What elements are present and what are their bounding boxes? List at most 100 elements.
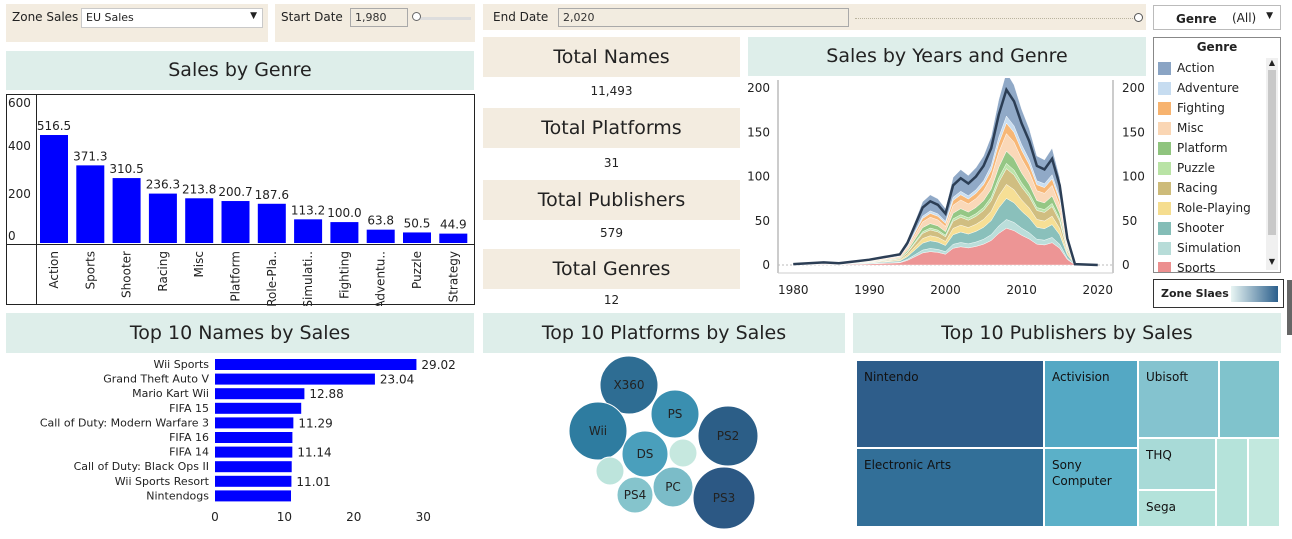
total-names-value: 11,493 [590,84,633,98]
bar-value-label: 113.2 [291,203,325,217]
x-tick-label: 0 [211,510,219,524]
name-label: Nintendogs [146,489,209,502]
zone-sales-dropdown[interactable]: EU Sales ▼ [81,8,263,28]
legend-label: Simulation [1177,241,1241,255]
end-date-value: 2,020 [563,11,595,24]
bar [294,219,323,243]
sales-by-genre-header: Sales by Genre [6,51,474,90]
legend-label: Action [1177,61,1215,75]
genre-legend: Genre Action Adventure Fighting Misc Platfor… [1153,37,1281,273]
scroll-down-icon[interactable]: ▼ [1266,257,1278,266]
legend-label: Fighting [1177,101,1225,115]
genre-filter[interactable]: Genre (All) ▼ [1153,5,1281,30]
bar-value-label: 11.29 [298,416,332,430]
name-label: FIFA 15 [169,402,209,415]
bar [76,165,105,243]
bar [112,178,141,243]
x-tick-label: 1980 [778,283,809,297]
publisher-label: Nintendo [864,370,919,384]
start-date-slider-handle[interactable] [412,12,421,21]
zone-sales-filter: Zone Sales EU Sales ▼ [6,4,268,42]
legend-swatch [1158,261,1171,272]
bar-value-label: 50.5 [404,216,431,230]
legend-item[interactable]: Adventure [1158,78,1280,98]
end-date-input[interactable]: 2,020 [558,8,849,27]
x-tick-label: Racing [156,251,170,292]
bar-value-label: 236.3 [146,178,180,192]
x-tick-label: Misc [192,251,206,278]
end-date-label: End Date [493,10,549,24]
bar-value-label: 11.01 [296,475,330,489]
bar [215,432,293,443]
top-publishers-title: Top 10 Publishers by Sales [941,322,1193,344]
x-tick-label: 30 [416,510,431,524]
legend-item[interactable]: Sports [1158,258,1280,273]
legend-label: Racing [1177,181,1218,195]
publisher-tile [1217,439,1247,526]
top-platforms-header: Top 10 Platforms by Sales [483,313,845,353]
bar-value-label: 29.02 [421,358,455,372]
chevron-down-icon: ▼ [1266,11,1273,21]
legend-item[interactable]: Racing [1158,178,1280,198]
bar [215,490,292,502]
zone-color-legend-label: Zone Slaes [1161,287,1229,300]
legend-item[interactable]: Action [1158,58,1280,78]
bar [215,417,294,429]
end-date-slider-track[interactable] [855,18,1135,20]
total-publishers-value: 579 [600,226,623,240]
start-date-label: Start Date [281,10,343,24]
scroll-up-icon[interactable]: ▲ [1266,58,1278,70]
total-genres-value: 12 [603,293,620,307]
start-date-slider-track[interactable] [415,17,471,20]
legend-scrollbar-thumb[interactable] [1268,70,1276,235]
y-tick-label-right: 0 [1122,258,1130,272]
bar [148,193,177,243]
legend-item[interactable]: Platform [1158,138,1280,158]
legend-swatch [1158,161,1171,175]
legend-item[interactable]: Shooter [1158,218,1280,238]
name-label: Call of Duty: Black Ops II [74,460,209,473]
platform-bubble-label: Wii [589,424,607,438]
x-tick-label: Platform [229,251,243,302]
sales-by-years-title: Sales by Years and Genre [826,45,1068,67]
x-tick-label: Sports [83,251,97,289]
platform-bubble-label: PC [665,480,681,494]
bar-value-label: 371.3 [73,149,107,163]
legend-item[interactable]: Simulation [1158,238,1280,258]
legend-scrollbar[interactable]: ▲ ▼ [1266,58,1278,270]
start-date-input[interactable]: 1,980 [350,8,408,27]
legend-item[interactable]: Misc [1158,118,1280,138]
sales-by-genre-chart: 600 400 200 0 516.5 Action 371.3 Sports 310.5 Sho… [6,94,475,306]
start-date-filter: Start Date 1,980 [275,4,475,42]
y-tick-label-left: 0 [762,258,770,272]
bar [215,475,292,487]
end-date-filter: End Date 2,020 [483,4,1146,30]
publisher-tile: Activision [1045,361,1137,447]
top-platforms-title: Top 10 Platforms by Sales [541,322,787,344]
bar-value-label: 200.7 [218,185,252,199]
platform-bubble-label: DS [637,447,654,461]
x-tick-label: 10 [277,510,292,524]
x-tick-label: 2020 [1082,283,1113,297]
platform-bubble-label: X360 [613,378,644,392]
bar [215,373,375,385]
legend-label: Sports [1177,261,1216,273]
publisher-tile [1249,439,1279,526]
x-tick-label: Strategy [446,251,460,302]
publisher-tile: Sony Computer [1045,449,1137,526]
bar [366,229,395,243]
publisher-label: THQ [1146,448,1172,462]
top-platforms-chart: X360 PS Wii DS PS2 PS4 PC PS3 [568,355,759,530]
total-genres-header: Total Genres [483,249,740,289]
platform-bubble-label: PS [668,407,683,421]
top-publishers-header: Top 10 Publishers by Sales [853,313,1281,353]
publisher-tile: Sega [1139,491,1215,526]
legend-item[interactable]: Fighting [1158,98,1280,118]
name-label: Wii Sports Resort [115,475,210,488]
legend-item[interactable]: Role-Playing [1158,198,1280,218]
end-date-slider-handle[interactable] [1134,13,1143,22]
genre-legend-title: Genre [1196,40,1238,54]
platform-bubble-label: PS3 [713,491,736,505]
legend-item[interactable]: Puzzle [1158,158,1280,178]
x-tick-label: Role-Pla.. [265,251,279,306]
